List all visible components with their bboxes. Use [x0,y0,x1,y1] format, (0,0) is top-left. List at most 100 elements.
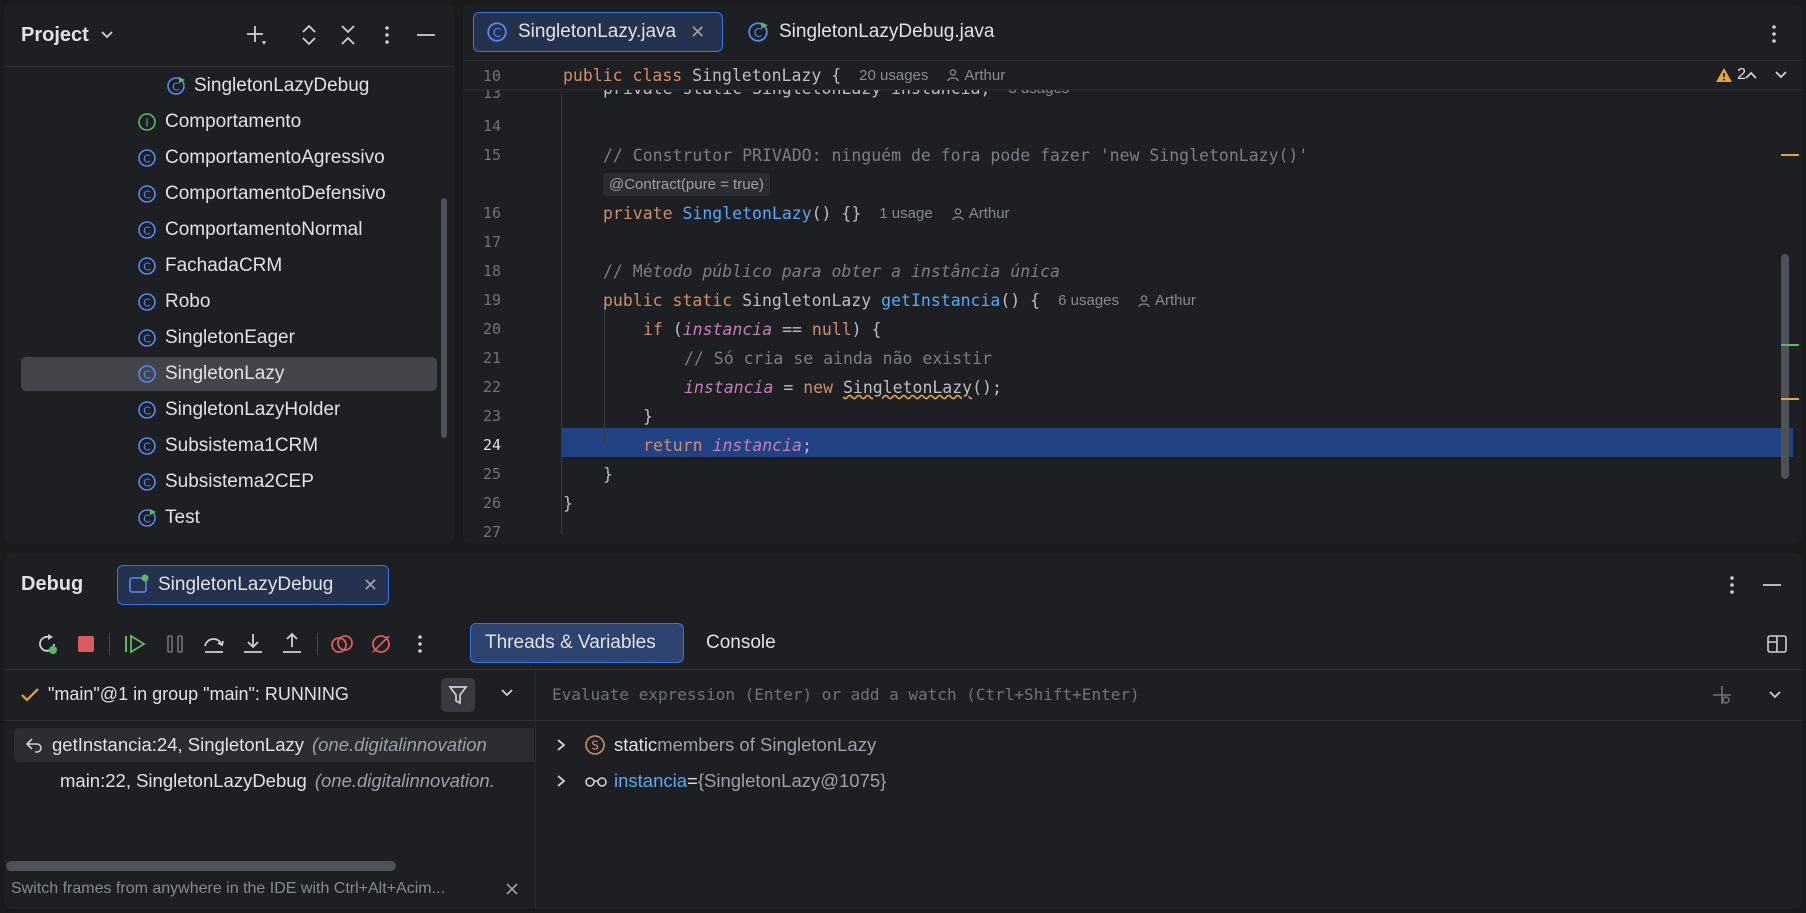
frame-method: main:22, SingletonLazyDebug [60,770,307,791]
usages-hint[interactable]: 6 usages [1058,292,1119,309]
usages-hint[interactable]: 20 usages [859,67,928,84]
add-file-icon[interactable] [244,23,268,47]
resume-icon[interactable] [122,631,148,657]
chevron-right-icon[interactable] [554,774,572,788]
code-keyword: if [643,320,663,339]
tree-item-singletonlazyholder[interactable]: C SingletonLazyHolder [137,393,340,427]
code-line-25[interactable]: } [563,460,1790,489]
code-line-22[interactable]: instancia = new SingletonLazy (); [563,373,1790,402]
expand-all-icon[interactable] [297,23,321,47]
frames-horizontal-scrollbar[interactable] [6,861,396,871]
close-icon[interactable]: ✕ [363,575,378,596]
svg-text:C: C [143,189,151,202]
tree-item-comportamento[interactable]: I Comportamento [137,105,301,139]
tree-item-singletoneager[interactable]: C SingletonEager [137,321,295,355]
debug-title: Debug [21,573,84,595]
editor-panel: C SingletonLazy.java ✕ C SingletonLazyDe… [463,4,1802,544]
tree-item-comportamentoagressivo[interactable]: C ComportamentoAgressivo [137,141,385,175]
pause-icon[interactable] [162,631,188,657]
code-line-16[interactable]: private SingletonLazy() {} 1 usage Arthur [563,199,1790,228]
code-line-10[interactable]: public class SingletonLazy {20 usages Art… [563,61,1790,89]
code-line-21[interactable]: // Só cria se ainda não existir [563,344,1790,373]
chevron-down-icon[interactable] [100,30,114,40]
code-line-18[interactable]: // Mé todo público para obter a instância… [563,257,1790,286]
more-options-icon[interactable] [1720,573,1744,597]
tab-console[interactable]: Console [692,623,790,663]
step-out-icon[interactable] [279,631,305,657]
author-hint[interactable]: Arthur [946,67,1005,84]
svg-text:S: S [591,739,599,753]
warning-marker[interactable] [1781,154,1799,156]
line-number: 21 [482,349,501,367]
minimize-icon[interactable] [414,23,438,47]
chevron-right-icon[interactable] [554,738,572,752]
code-line-19[interactable]: public static SingletonLazy getInstancia… [563,286,1790,315]
warnings-indicator[interactable]: 2 [1715,66,1746,84]
sticky-scroll-header[interactable]: 10 public class SingletonLazy {20 usages… [463,61,1802,90]
collapse-all-icon[interactable] [336,23,360,47]
static-keyword: static [614,734,658,755]
minimize-icon[interactable] [1760,573,1784,597]
author-hint[interactable]: Arthur [1137,292,1196,309]
rerun-icon[interactable] [34,631,60,657]
chevron-down-icon[interactable] [500,688,514,698]
close-icon[interactable] [505,882,519,896]
stack-frame[interactable]: main:22, SingletonLazyDebug (one.digital… [14,764,534,798]
project-scrollbar[interactable] [441,198,447,438]
code-line-26[interactable]: } [563,489,1790,518]
tree-item-test[interactable]: C Test [137,501,200,535]
tree-item-robo[interactable]: C Robo [137,285,210,319]
tree-item-fachadacrm[interactable]: C FachadaCRM [137,249,282,283]
close-icon[interactable]: ✕ [690,22,705,43]
chevron-down-icon[interactable] [1768,690,1782,700]
class-icon: C [137,472,157,492]
tab-threads-variables[interactable]: Threads & Variables [470,623,684,663]
line-number: 26 [482,494,501,512]
filter-icon[interactable] [441,678,475,712]
usages-hint[interactable]: 1 usage [879,205,932,222]
chevron-up-icon[interactable] [1744,70,1758,80]
code-field: instancia [682,320,773,339]
code-field: instancia [684,378,774,397]
divider [317,633,318,655]
tree-item-subsistema2cep[interactable]: C Subsistema2CEP [137,465,314,499]
variable-static-members[interactable]: S static members of SingletonLazy [554,728,876,762]
step-into-icon[interactable] [240,631,266,657]
editor-scrollbar[interactable] [1781,254,1789,479]
mute-breakpoints-icon[interactable] [368,631,394,657]
more-options-icon[interactable] [407,631,433,657]
step-over-icon[interactable] [201,631,227,657]
class-icon: C [137,256,157,276]
debug-session-tab[interactable]: SingletonLazyDebug ✕ [117,565,389,605]
layout-icon[interactable] [1766,633,1788,655]
variable-instancia[interactable]: instancia = {SingletonLazy@1075} [554,764,886,798]
code-line-23[interactable]: } [563,402,1790,431]
tree-item-singletonlazydebug[interactable]: C SingletonLazyDebug [166,69,369,103]
project-title[interactable]: Project [21,24,89,47]
add-watch-icon[interactable] [1710,683,1734,707]
more-options-icon[interactable] [1762,22,1786,46]
tree-item-comportamentodefensivo[interactable]: C ComportamentoDefensivo [137,177,386,211]
more-options-icon[interactable] [375,23,399,47]
tree-item-subsistema1crm[interactable]: C Subsistema1CRM [137,429,318,463]
contract-hint[interactable]: @Contract(pure = true) [603,173,770,196]
stack-frame[interactable]: getInstancia:24, SingletonLazy (one.digi… [14,728,534,762]
code-line-24[interactable]: return instancia; [563,431,1790,460]
code-line-20[interactable]: if (instancia == null) { [563,315,1790,344]
view-breakpoints-icon[interactable] [329,631,355,657]
tab-label: SingletonLazy.java [518,21,677,42]
code-line-15[interactable]: // Construtor PRIVADO: ninguém de fora p… [563,141,1790,170]
author-hint[interactable]: Arthur [951,205,1010,222]
warning-marker[interactable] [1781,398,1799,400]
stop-icon[interactable] [73,631,99,657]
divider [109,633,110,655]
chevron-down-icon[interactable] [1774,70,1788,80]
tab-singletonlazy-java[interactable]: C SingletonLazy.java ✕ [473,12,723,52]
tab-singletonlazydebug-java[interactable]: C SingletonLazyDebug.java [735,12,1007,52]
svg-text:C: C [143,405,151,418]
change-marker[interactable] [1781,344,1799,346]
tree-item-singletonlazy[interactable]: C SingletonLazy [21,357,437,391]
tree-item-comportamentonormal[interactable]: C ComportamentoNormal [137,213,362,247]
evaluate-expression-input[interactable]: Evaluate expression (Enter) or add a wat… [536,670,1802,721]
code-text: SingletonLazy [742,291,882,310]
